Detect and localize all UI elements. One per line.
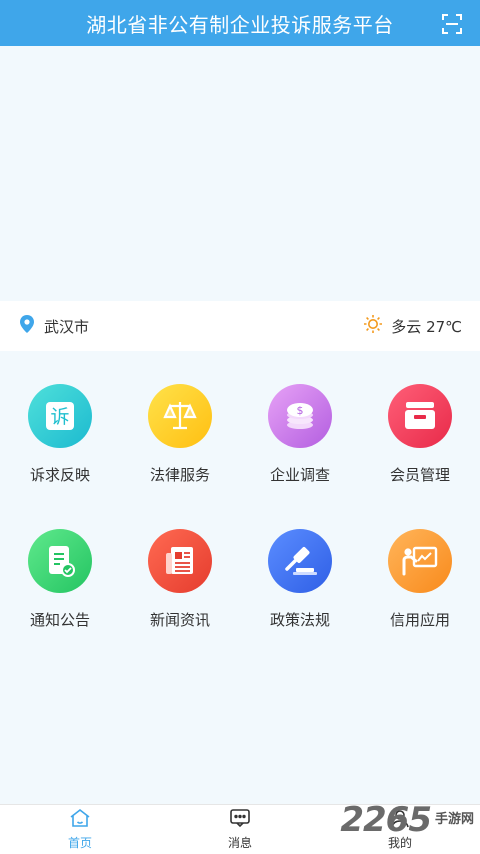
watermark-number: 2265 — [340, 800, 432, 840]
page-title: 湖北省非公有制企业投诉服务平台 — [86, 12, 394, 37]
grid-item-credit[interactable]: 信用应用 — [360, 529, 480, 630]
city-name: 武汉市 — [44, 317, 90, 336]
message-icon — [229, 808, 251, 832]
grid-item-label: 通知公告 — [29, 611, 90, 629]
grid-item-member-management[interactable]: 会员管理 — [360, 384, 480, 485]
grid-item-label: 信用应用 — [389, 611, 450, 629]
grid-item-label: 政策法规 — [269, 611, 330, 629]
tab-messages[interactable]: 消息 — [160, 805, 320, 854]
scan-icon[interactable] — [442, 14, 462, 34]
tab-label: 消息 — [227, 836, 252, 850]
grid-item-legal-service[interactable]: 法律服务 — [120, 384, 240, 485]
scale-icon — [148, 384, 212, 448]
app-header: 湖北省非公有制企业投诉服务平台 — [0, 0, 480, 46]
grid-item-enterprise-survey[interactable]: $ 企业调查 — [240, 384, 360, 485]
complaint-icon: 诉 — [28, 384, 92, 448]
watermark-text: 手游网 — [434, 812, 474, 827]
watermark: 2265 手游网 — [340, 800, 474, 840]
location[interactable]: 武汉市 — [20, 315, 89, 337]
grid-item-label: 企业调查 — [269, 466, 330, 484]
banner-area — [0, 46, 480, 301]
location-pin-icon — [20, 315, 34, 337]
location-weather-bar: 武汉市 多云 27℃ — [0, 301, 480, 351]
svg-text:$: $ — [297, 404, 304, 417]
gavel-icon — [268, 529, 332, 593]
grid-item-label: 会员管理 — [389, 466, 450, 484]
grid-item-label: 新闻资讯 — [149, 611, 210, 629]
notice-doc-icon — [28, 529, 92, 593]
coins-icon: $ — [268, 384, 332, 448]
grid-item-notice[interactable]: 通知公告 — [0, 529, 120, 630]
grid-item-policy[interactable]: 政策法规 — [240, 529, 360, 630]
grid-item-label: 诉求反映 — [29, 466, 90, 484]
tab-label: 首页 — [67, 836, 92, 850]
grid-item-news[interactable]: 新闻资讯 — [120, 529, 240, 630]
archive-box-icon — [388, 384, 452, 448]
newspaper-icon — [148, 529, 212, 593]
sun-icon — [363, 314, 383, 338]
home-icon — [69, 808, 91, 832]
presentation-icon — [388, 529, 452, 593]
function-grid: 诉 诉求反映 法律服务 $ 企业调查 会员管理 通知公告 新闻资讯 政策法规 信… — [0, 384, 480, 630]
grid-item-complaint[interactable]: 诉 诉求反映 — [0, 384, 120, 485]
weather: 多云 27℃ — [363, 314, 462, 338]
weather-text: 多云 27℃ — [391, 317, 462, 336]
svg-text:诉: 诉 — [50, 406, 69, 428]
grid-item-label: 法律服务 — [149, 466, 210, 484]
tab-home[interactable]: 首页 — [0, 805, 160, 854]
